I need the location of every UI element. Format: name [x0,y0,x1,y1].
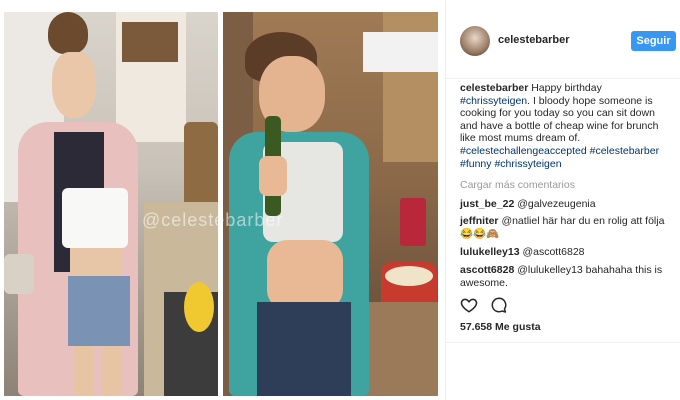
comment-item: just_be_22 @galvezeugenia [460,198,674,211]
hashtag-link[interactable]: #celestebarber [590,145,659,157]
hashtag-link[interactable]: #chrissyteigen [460,95,527,107]
load-more-comments-link[interactable]: Cargar más comentarios [460,179,575,191]
comment-text: @ascott6828 [522,246,585,258]
post-caption: celestebarber Happy birthday #chrissytei… [460,82,672,170]
comment-text: @galvezeugenia [517,198,596,210]
hashtag-link[interactable]: #funny [460,158,492,170]
caption-text: Happy birthday #chrissyteigen. I bloody … [460,82,659,170]
post-sidebar: celestebarber Seguir celestebarber Happy… [446,0,680,400]
comment-username[interactable]: jeffniter [460,215,499,227]
watermark-text: @celestebarber [142,210,284,230]
comment-username[interactable]: lulukelley13 [460,246,520,258]
comment-item: ascott6828 @lulukelley13 bahahaha this i… [460,264,674,289]
comment-username[interactable]: ascott6828 [460,264,514,276]
likes-count[interactable]: 57.658 Me gusta [460,321,541,333]
caption-part: Happy birthday [531,82,602,94]
speech-bubble-icon[interactable] [490,296,508,314]
post-header: celestebarber Seguir [446,0,680,79]
avatar[interactable] [460,26,490,56]
photo-right-panel [223,12,438,396]
section-divider [446,342,680,343]
heart-outline-icon[interactable] [460,296,478,314]
hashtag-link[interactable]: #celestechallengeaccepted [460,145,587,157]
post-photo[interactable]: @celestebarber [0,0,445,400]
hashtag-link[interactable]: #chrissyteigen [494,158,561,170]
comment-item: jeffniter @natliel här har du en rolig a… [460,215,674,240]
photo-left-panel [4,12,218,396]
comment-username[interactable]: just_be_22 [460,198,514,210]
follow-button[interactable]: Seguir [631,31,676,51]
header-username[interactable]: celestebarber [498,34,570,46]
comment-item: lulukelley13 @ascott6828 [460,246,674,259]
caption-author[interactable]: celestebarber [460,82,528,94]
